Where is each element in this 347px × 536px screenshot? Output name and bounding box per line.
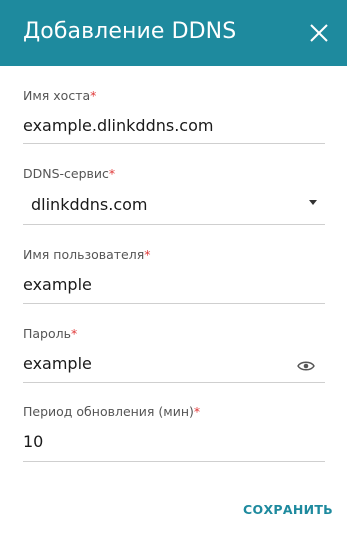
username-input[interactable]: example — [23, 274, 92, 296]
username-field[interactable]: Имя пользователя* example — [23, 247, 325, 304]
close-icon — [310, 24, 328, 42]
password-field[interactable]: Пароль* example — [23, 326, 325, 383]
dropdown-arrow-icon[interactable] — [309, 200, 317, 205]
ddns-service-field[interactable]: DDNS-сервис* dlinkddns.com — [23, 166, 325, 225]
ddns-service-underline — [23, 224, 325, 225]
username-label: Имя пользователя* — [23, 247, 151, 262]
ddns-service-select[interactable]: dlinkddns.com — [31, 194, 148, 216]
hostname-underline — [23, 143, 325, 144]
password-label: Пароль* — [23, 326, 78, 341]
save-button[interactable]: СОХРАНИТЬ — [243, 502, 333, 518]
username-underline — [23, 303, 325, 304]
ddns-service-label: DDNS-сервис* — [23, 166, 116, 181]
password-input[interactable]: example — [23, 353, 92, 375]
eye-icon[interactable] — [297, 360, 315, 372]
hostname-field[interactable]: Имя хоста* example.dlinkddns.com — [23, 88, 325, 144]
add-ddns-dialog: Добавление DDNS Имя хоста* example.dlink… — [0, 0, 347, 536]
password-underline — [23, 382, 325, 383]
update-period-label: Период обновления (мин)* — [23, 404, 201, 419]
update-period-underline — [23, 461, 325, 462]
update-period-input[interactable]: 10 — [23, 431, 43, 453]
close-button[interactable] — [305, 19, 333, 47]
hostname-input[interactable]: example.dlinkddns.com — [23, 115, 213, 137]
dialog-header: Добавление DDNS — [0, 0, 347, 66]
hostname-label: Имя хоста* — [23, 88, 97, 103]
update-period-field[interactable]: Период обновления (мин)* 10 — [23, 404, 325, 462]
dialog-title: Добавление DDNS — [23, 19, 237, 44]
